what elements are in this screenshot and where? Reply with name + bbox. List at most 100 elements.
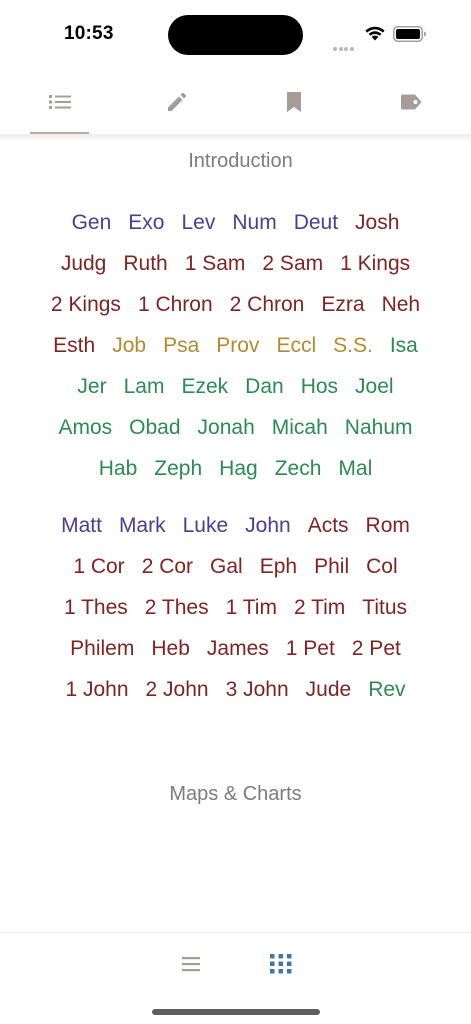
book-link[interactable]: Titus xyxy=(354,593,416,623)
book-link[interactable]: 1 Thes xyxy=(55,593,136,623)
tag-icon xyxy=(401,94,422,110)
book-link[interactable]: Ezek xyxy=(173,372,237,402)
book-row: Matt Mark Luke John Acts Rom xyxy=(0,511,471,541)
book-link[interactable]: James xyxy=(198,634,277,664)
book-link[interactable]: Lev xyxy=(173,208,224,238)
book-link[interactable]: 1 Sam xyxy=(176,249,254,279)
book-link[interactable]: 2 Kings xyxy=(42,290,129,320)
book-link[interactable]: Hab xyxy=(90,454,146,484)
book-link[interactable]: Deut xyxy=(285,208,346,238)
introduction-link[interactable]: Introduction xyxy=(5,150,471,173)
book-row: 2 Kings 1 Chron 2 Chron Ezra Neh xyxy=(0,290,471,320)
tab-contents[interactable] xyxy=(30,70,90,134)
book-row: 1 Cor 2 Cor Gal Eph Phil Col xyxy=(0,552,471,582)
book-link[interactable]: Josh xyxy=(347,208,408,238)
book-link[interactable]: Dan xyxy=(237,372,293,402)
book-link[interactable]: 1 John xyxy=(57,675,137,705)
book-link[interactable]: Neh xyxy=(373,290,429,320)
tab-bookmarks[interactable] xyxy=(264,70,324,134)
pencil-icon xyxy=(168,92,187,111)
book-link[interactable]: Prov xyxy=(208,331,268,361)
book-link[interactable]: Eph xyxy=(251,552,305,582)
book-link[interactable]: 2 Thes xyxy=(136,593,217,623)
book-row: Gen Exo Lev Num Deut Josh xyxy=(0,208,471,238)
tab-tags[interactable] xyxy=(381,70,441,134)
battery-icon xyxy=(393,26,427,47)
book-row: Judg Ruth 1 Sam 2 Sam 1 Kings xyxy=(0,249,471,279)
book-link[interactable]: 2 Chron xyxy=(221,290,313,320)
grid-view-tab[interactable] xyxy=(256,947,306,981)
book-link[interactable]: S.S. xyxy=(325,331,382,361)
list-icon xyxy=(49,95,71,109)
book-link[interactable]: Philem xyxy=(62,634,143,664)
header-shadow xyxy=(0,134,471,142)
list-view-tab[interactable] xyxy=(166,947,216,981)
book-link[interactable]: Zeph xyxy=(146,454,211,484)
book-link[interactable]: Gal xyxy=(202,552,252,582)
book-row: 1 John 2 John 3 John Jude Rev xyxy=(0,675,471,705)
book-link[interactable]: Lam xyxy=(115,372,173,402)
book-link[interactable]: 2 Pet xyxy=(343,634,409,664)
book-link[interactable]: Hos xyxy=(292,372,346,402)
book-link[interactable]: Rom xyxy=(357,511,418,541)
book-link[interactable]: Mal xyxy=(330,454,381,484)
book-link[interactable]: Joel xyxy=(347,372,403,402)
top-tab-bar xyxy=(0,70,471,134)
book-link[interactable]: 2 Sam xyxy=(254,249,332,279)
book-row: Jer Lam Ezek Dan Hos Joel xyxy=(0,372,471,402)
book-link[interactable]: Psa xyxy=(155,331,208,361)
book-link[interactable]: 1 Pet xyxy=(277,634,343,664)
list-view-icon xyxy=(182,957,200,972)
book-link[interactable]: John xyxy=(237,511,300,541)
book-link[interactable]: Matt xyxy=(53,511,111,541)
book-link[interactable]: Judg xyxy=(52,249,115,279)
book-link[interactable]: Gen xyxy=(63,208,120,238)
book-row: Hab Zeph Hag Zech Mal xyxy=(0,454,471,484)
book-link[interactable]: Phil xyxy=(306,552,358,582)
book-link[interactable]: 1 Tim xyxy=(217,593,285,623)
book-link[interactable]: 3 John xyxy=(217,675,297,705)
book-link[interactable]: Ezra xyxy=(313,290,373,320)
book-link[interactable]: 2 Cor xyxy=(133,552,201,582)
book-link[interactable]: 1 Cor xyxy=(65,552,133,582)
book-link[interactable]: Jer xyxy=(69,372,115,402)
maps-charts-link[interactable]: Maps & Charts xyxy=(0,783,471,806)
book-link[interactable]: Eccl xyxy=(268,331,325,361)
book-link[interactable]: Obad xyxy=(121,413,189,443)
book-link[interactable]: Exo xyxy=(120,208,173,238)
book-link[interactable]: 1 Kings xyxy=(332,249,419,279)
book-row: Amos Obad Jonah Micah Nahum xyxy=(0,413,471,443)
book-link[interactable]: Esth xyxy=(45,331,104,361)
book-link[interactable]: 1 Chron xyxy=(129,290,221,320)
book-link[interactable]: 2 John xyxy=(137,675,217,705)
book-link[interactable]: Isa xyxy=(381,331,426,361)
wifi-icon xyxy=(364,24,386,46)
book-link[interactable]: Ruth xyxy=(115,249,176,279)
book-link[interactable]: Zech xyxy=(266,454,330,484)
book-link[interactable]: Micah xyxy=(263,413,336,443)
status-bar: 10:53 xyxy=(0,0,471,70)
book-link[interactable]: Jonah xyxy=(189,413,263,443)
book-link[interactable]: Job xyxy=(104,331,155,361)
book-link[interactable]: 2 Tim xyxy=(285,593,353,623)
book-link[interactable]: Acts xyxy=(299,511,357,541)
book-link[interactable]: Amos xyxy=(50,413,121,443)
dynamic-island xyxy=(168,15,303,55)
book-link[interactable]: Col xyxy=(358,552,407,582)
book-row: Philem Heb James 1 Pet 2 Pet xyxy=(0,634,471,664)
book-link[interactable]: Nahum xyxy=(336,413,421,443)
tab-notes[interactable] xyxy=(147,70,207,134)
book-link[interactable]: Heb xyxy=(143,634,199,664)
book-row: Esth Job Psa Prov Eccl S.S. Isa xyxy=(0,331,471,361)
grid-view-icon xyxy=(270,954,292,974)
status-time: 10:53 xyxy=(64,23,114,44)
bookmark-icon xyxy=(287,92,301,112)
cellular-signal-icon xyxy=(333,38,357,51)
book-link[interactable]: Mark xyxy=(110,511,174,541)
home-indicator xyxy=(152,1009,320,1015)
book-link[interactable]: Jude xyxy=(297,675,360,705)
book-link[interactable]: Num xyxy=(224,208,285,238)
book-link[interactable]: Luke xyxy=(174,511,237,541)
book-link[interactable]: Rev xyxy=(360,675,414,705)
book-link[interactable]: Hag xyxy=(211,454,267,484)
